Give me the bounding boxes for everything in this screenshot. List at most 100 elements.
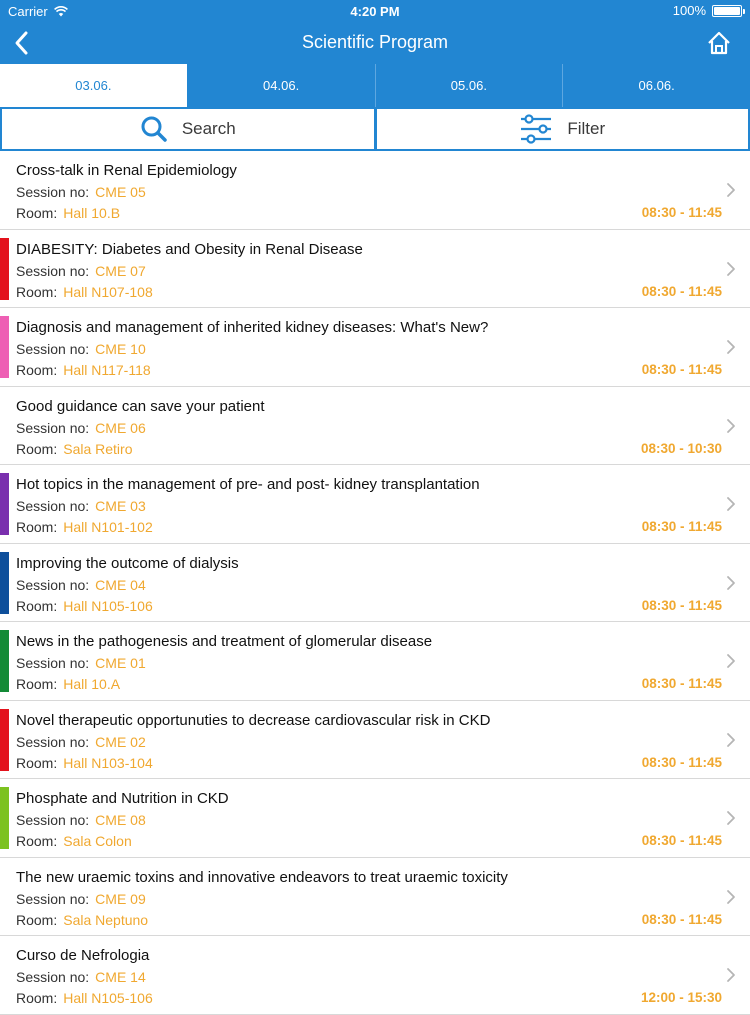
session-row[interactable]: Novel therapeutic opportunuties to decre…: [0, 701, 750, 780]
session-number-line: Session no: CME 06: [16, 420, 146, 436]
session-title: Phosphate and Nutrition in CKD: [16, 790, 229, 807]
session-number: CME 06: [95, 420, 146, 436]
session-number: CME 04: [95, 577, 146, 593]
room-line: Room:Hall N107-108: [16, 284, 153, 300]
room-label: Room:: [16, 990, 57, 1006]
session-time: 08:30 - 11:45: [642, 676, 722, 691]
session-title: Diagnosis and management of inherited ki…: [16, 319, 488, 336]
session-row[interactable]: Diagnosis and management of inherited ki…: [0, 308, 750, 387]
session-label: Session no:: [16, 184, 89, 200]
tab-label: 04.06.: [263, 78, 299, 93]
session-number-line: Session no:CME 04: [16, 577, 146, 593]
session-title: The new uraemic toxins and innovative en…: [16, 869, 508, 886]
tab-label: 03.06.: [75, 78, 111, 93]
room-label: Room:: [16, 833, 57, 849]
session-title: DIABESITY: Diabetes and Obesity in Renal…: [16, 241, 363, 258]
room-label: Room:: [16, 598, 57, 614]
session-number-line: Session no:CME 08: [16, 812, 146, 828]
chevron-right-icon: [726, 810, 736, 826]
chevron-right-icon: [726, 182, 736, 198]
session-number: CME 09: [95, 891, 146, 907]
room-label: Room:: [16, 519, 57, 535]
session-number: CME 02: [95, 734, 146, 750]
session-time: 08:30 - 11:45: [642, 284, 722, 299]
chevron-right-icon: [726, 889, 736, 905]
room-value: Sala Retiro: [63, 441, 132, 457]
session-time: 08:30 - 11:45: [642, 519, 722, 534]
room-value: Hall N101-102: [63, 519, 153, 535]
session-label: Session no:: [16, 263, 89, 279]
session-number-line: Session no: CME 03: [16, 498, 146, 514]
room-value: Hall 10.A: [63, 676, 120, 692]
room-line: Room:Hall N105-106: [16, 598, 153, 614]
status-bar: Carrier 4:20 PM 100%: [0, 0, 750, 22]
session-title: Hot topics in the management of pre- and…: [16, 476, 480, 493]
session-row[interactable]: Curso de Nefrologia Session no:CME 14 Room…: [0, 936, 750, 1015]
category-color-bar: [0, 709, 9, 771]
session-title: News in the pathogenesis and treatment o…: [16, 633, 432, 650]
chevron-right-icon: [726, 575, 736, 591]
session-label: Session no:: [16, 655, 89, 671]
session-row[interactable]: DIABESITY: Diabetes and Obesity in Renal…: [0, 230, 750, 309]
session-row[interactable]: Improving the outcome of dialysis Session…: [0, 544, 750, 623]
room-line: Room: Sala Colon: [16, 833, 132, 849]
search-button[interactable]: Search: [0, 107, 376, 151]
chevron-right-icon: [726, 653, 736, 669]
session-row[interactable]: The new uraemic toxins and innovative en…: [0, 858, 750, 937]
chevron-right-icon: [726, 967, 736, 983]
battery-percent: 100%: [673, 3, 706, 18]
session-label: Session no:: [16, 891, 89, 907]
room-line: Room:Hall 10.B: [16, 205, 120, 221]
filter-sliders-icon: [519, 114, 553, 144]
home-icon[interactable]: [704, 28, 734, 58]
battery-indicator: 100%: [673, 3, 742, 18]
session-row[interactable]: Hot topics in the management of pre- and…: [0, 465, 750, 544]
room-line: Room:Hall N117-118: [16, 362, 151, 378]
tab-date-1[interactable]: 04.06.: [188, 64, 376, 107]
session-title: Novel therapeutic opportunuties to decre…: [16, 712, 490, 729]
session-title: Improving the outcome of dialysis: [16, 555, 239, 572]
session-title: Curso de Nefrologia: [16, 947, 149, 964]
room-label: Room:: [16, 912, 57, 928]
session-number-line: Session no:CME 05: [16, 184, 146, 200]
tab-date-2[interactable]: 05.06.: [376, 64, 564, 107]
battery-icon: [712, 5, 742, 17]
tab-label: 06.06.: [639, 78, 675, 93]
session-row[interactable]: Good guidance can save your patient Sessi…: [0, 387, 750, 466]
session-time: 12:00 - 15:30: [641, 990, 722, 1005]
filter-label: Filter: [567, 119, 605, 139]
chevron-right-icon: [726, 496, 736, 512]
session-number: CME 03: [95, 498, 146, 514]
session-row[interactable]: News in the pathogenesis and treatment o…: [0, 622, 750, 701]
chevron-right-icon: [726, 339, 736, 355]
room-value: Hall N117-118: [63, 362, 150, 378]
category-color-bar: [0, 630, 9, 692]
tab-date-0[interactable]: 03.06.: [0, 64, 188, 107]
chevron-right-icon: [726, 418, 736, 434]
session-number-line: Session no:CME 14: [16, 969, 146, 985]
date-tabs: 03.06. 04.06. 05.06. 06.06.: [0, 64, 750, 107]
session-number-line: Session no:CME 01: [16, 655, 146, 671]
session-number: CME 07: [95, 263, 146, 279]
filter-button[interactable]: Filter: [376, 107, 750, 151]
session-title: Good guidance can save your patient: [16, 398, 265, 415]
session-label: Session no:: [16, 734, 89, 750]
session-time: 08:30 - 11:45: [642, 598, 722, 613]
session-time: 08:30 - 11:45: [642, 755, 722, 770]
session-row[interactable]: Cross-talk in Renal EpidemiologySession …: [0, 151, 750, 230]
search-icon: [140, 115, 168, 143]
session-number-line: Session no: CME 07: [16, 263, 146, 279]
toolbar: Search Filter: [0, 107, 750, 151]
tab-date-3[interactable]: 06.06.: [563, 64, 750, 107]
tab-label: 05.06.: [451, 78, 487, 93]
session-time: 08:30 - 10:30: [641, 441, 722, 456]
search-label: Search: [182, 119, 236, 139]
room-line: Room: Sala Retiro: [16, 441, 133, 457]
room-label: Room:: [16, 441, 57, 457]
session-row[interactable]: Phosphate and Nutrition in CKD Session no…: [0, 779, 750, 858]
room-value: Sala Colon: [63, 833, 132, 849]
session-label: Session no:: [16, 420, 89, 436]
page-title: Scientific Program: [0, 32, 750, 53]
battery-fill: [714, 7, 740, 15]
session-label: Session no:: [16, 498, 89, 514]
